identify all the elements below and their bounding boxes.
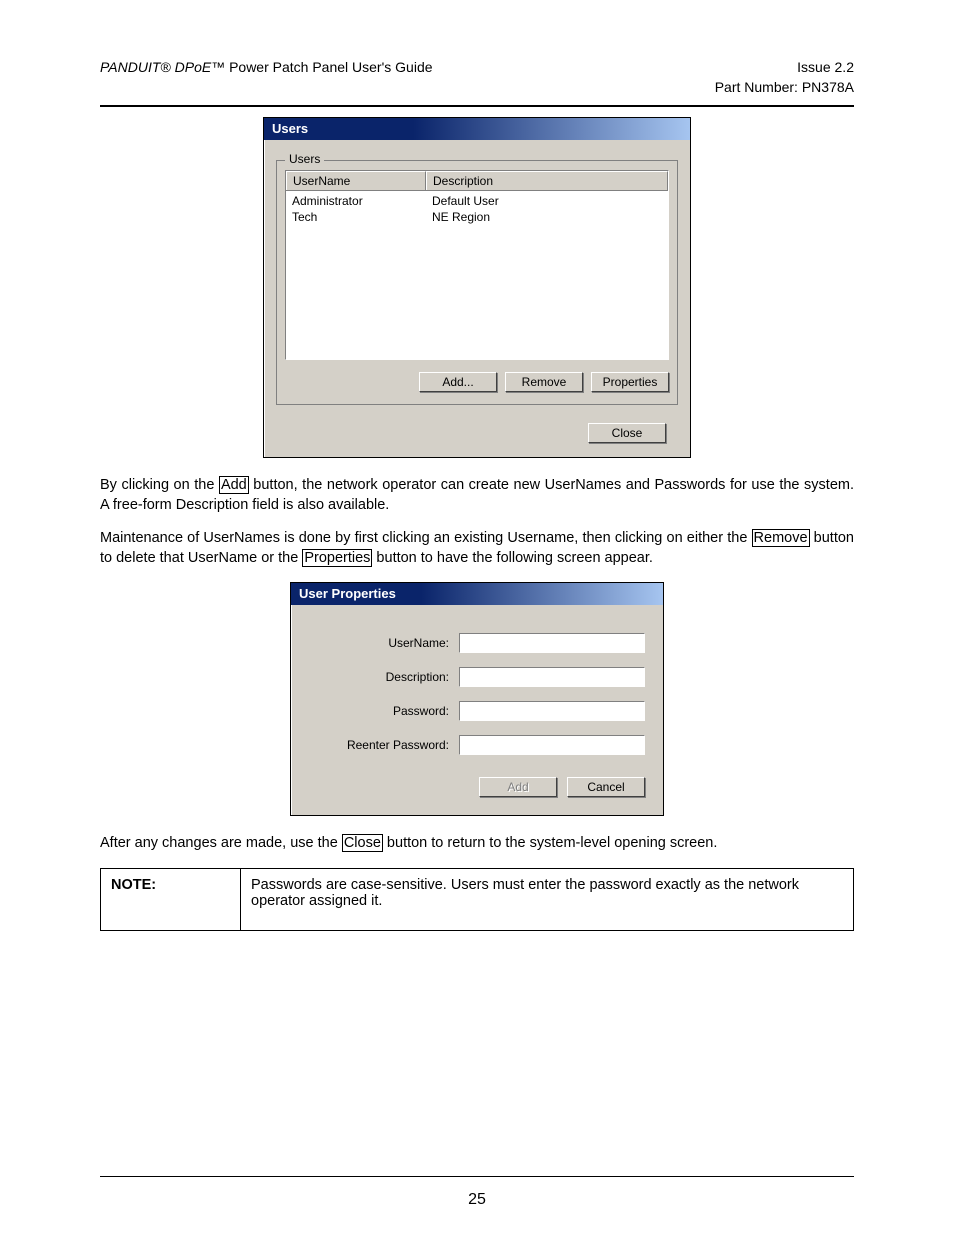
username-label: UserName: <box>309 636 459 650</box>
reenter-password-input[interactable] <box>459 735 645 755</box>
description-label: Description: <box>309 670 459 684</box>
header-right: Issue 2.2 Part Number: PN378A <box>715 58 854 97</box>
issue-text: Issue 2.2 <box>715 58 854 78</box>
users-groupbox-legend: Users <box>285 152 324 166</box>
paragraph-3: After any changes are made, use the Clos… <box>100 834 854 854</box>
user-properties-title: User Properties <box>291 583 663 605</box>
reenter-password-label: Reenter Password: <box>309 738 459 752</box>
add-button[interactable]: Add... <box>419 372 497 392</box>
props-cancel-button[interactable]: Cancel <box>567 777 645 797</box>
list-row[interactable]: Administrator Default User <box>286 193 668 209</box>
footer-divider <box>100 1176 854 1177</box>
properties-button[interactable]: Properties <box>591 372 669 392</box>
password-label: Password: <box>309 704 459 718</box>
cell-username: Tech <box>292 210 432 224</box>
description-input[interactable] <box>459 667 645 687</box>
user-properties-window: User Properties UserName: Description: P… <box>290 582 664 816</box>
users-listview[interactable]: UserName Description Administrator Defau… <box>285 170 669 360</box>
close-button[interactable]: Close <box>588 423 666 443</box>
note-text: Passwords are case-sensitive. Users must… <box>241 869 854 931</box>
boxed-close: Close <box>342 834 383 852</box>
product-title-rest: Power Patch Panel User's Guide <box>225 59 432 75</box>
listview-header: UserName Description <box>286 171 668 191</box>
cell-description: Default User <box>432 194 662 208</box>
users-window: Users Users UserName Description Adminis… <box>263 117 691 458</box>
note-table: NOTE: Passwords are case-sensitive. User… <box>100 868 854 931</box>
boxed-add: Add <box>219 476 249 494</box>
paragraph-2: Maintenance of UserNames is done by firs… <box>100 529 854 568</box>
product-brand: PANDUIT® DPoE™ <box>100 59 225 75</box>
boxed-properties: Properties <box>302 549 372 567</box>
part-number-text: Part Number: PN378A <box>715 78 854 98</box>
cell-description: NE Region <box>432 210 662 224</box>
col-username[interactable]: UserName <box>286 171 426 190</box>
remove-button[interactable]: Remove <box>505 372 583 392</box>
page-number: 25 <box>0 1191 954 1209</box>
username-input[interactable] <box>459 633 645 653</box>
props-add-button[interactable]: Add <box>479 777 557 797</box>
users-window-title: Users <box>264 118 690 140</box>
header-divider <box>100 105 854 107</box>
password-input[interactable] <box>459 701 645 721</box>
note-label: NOTE: <box>101 869 241 931</box>
boxed-remove: Remove <box>752 529 810 547</box>
paragraph-1: By clicking on the Add button, the netwo… <box>100 476 854 515</box>
users-groupbox: Users UserName Description Administrator… <box>276 160 678 405</box>
col-description[interactable]: Description <box>426 171 668 190</box>
header-left: PANDUIT® DPoE™ Power Patch Panel User's … <box>100 58 433 97</box>
list-row[interactable]: Tech NE Region <box>286 209 668 225</box>
cell-username: Administrator <box>292 194 432 208</box>
